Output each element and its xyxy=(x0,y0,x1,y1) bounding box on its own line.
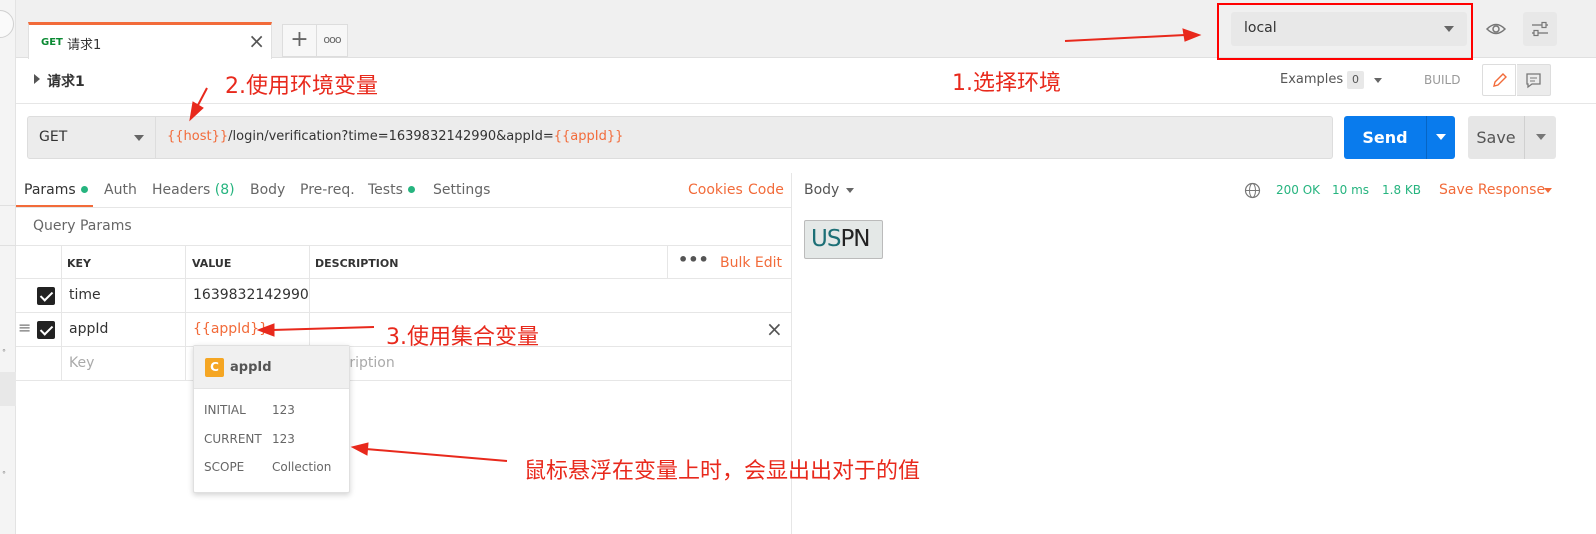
annotation-hover: 鼠标悬浮在变量上时，会显出出对于的值 xyxy=(524,459,921,484)
arrow-line xyxy=(271,326,375,331)
arrow-head xyxy=(350,442,369,456)
arrow-line xyxy=(196,87,208,108)
annotation-env-variable: 2.使用环境变量 xyxy=(225,74,378,99)
arrow-line xyxy=(1064,34,1186,42)
arrow-head xyxy=(256,323,275,337)
arrow-line xyxy=(365,448,508,462)
arrow-head xyxy=(1182,28,1202,42)
annotation-select-env: 1.选择环境 xyxy=(952,71,1061,96)
annotation-collection-variable: 3.使用集合变量 xyxy=(386,325,539,350)
arrow-head xyxy=(189,101,204,122)
